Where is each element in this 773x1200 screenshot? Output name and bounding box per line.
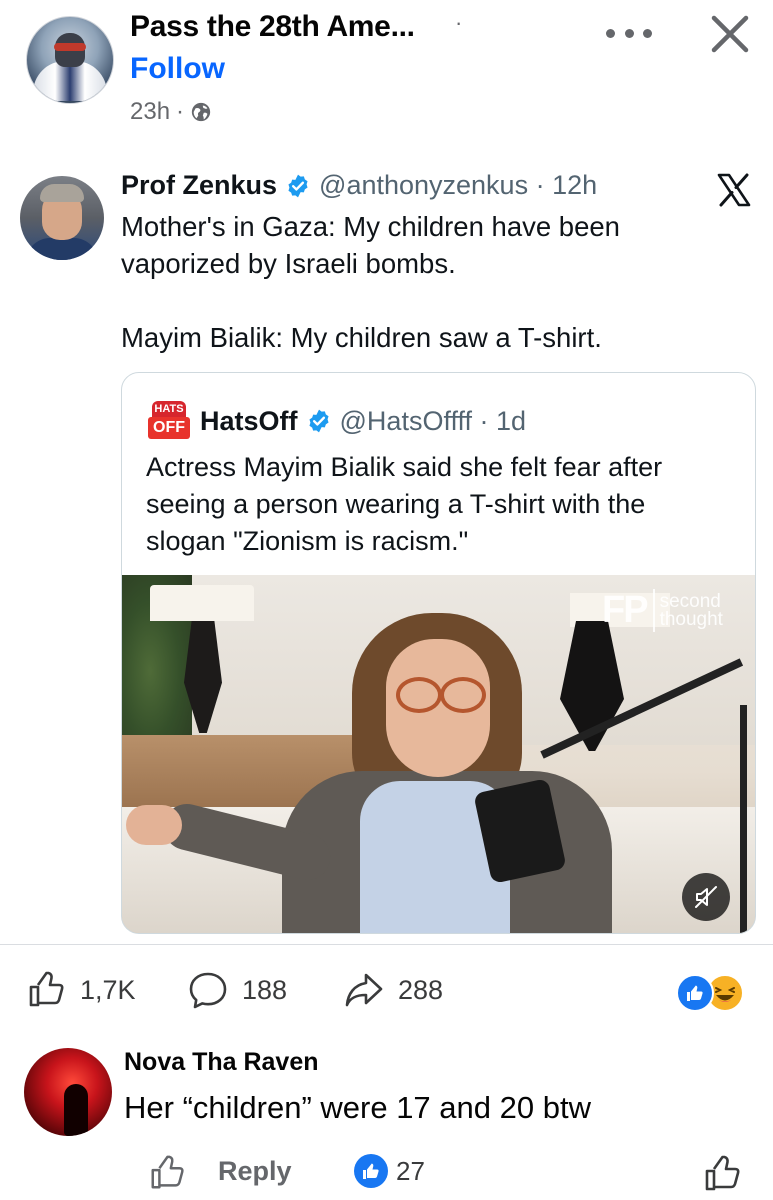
quote-author-row: HATS OFF HatsOff @HatsOffff · 1d — [148, 401, 526, 441]
commenter-name[interactable]: Nova Tha Raven — [124, 1048, 319, 1077]
comment-count-value: 188 — [242, 974, 288, 1005]
tweet-author-avatar[interactable] — [20, 176, 104, 260]
share-count-value: 288 — [398, 974, 444, 1005]
globe-icon — [191, 102, 211, 122]
x-logo-icon[interactable] — [716, 172, 752, 208]
tweet-handle-time: @anthonyzenkus · 12h — [319, 170, 598, 200]
comment-like-count-value: 27 — [396, 1155, 425, 1186]
like-count-value: 1,7K — [80, 974, 136, 1005]
close-icon[interactable] — [708, 12, 752, 56]
follow-button[interactable]: Follow — [130, 52, 225, 86]
video-watermark: FP second thought — [602, 589, 723, 632]
verified-badge-icon — [308, 409, 329, 433]
share-count[interactable]: 288 — [344, 970, 443, 1010]
post-meta: 23h · — [130, 98, 212, 126]
quote-line: slogan "Zionism is racism." — [146, 526, 469, 556]
tweet-text: Mother's in Gaza: My children have been … — [121, 208, 741, 356]
like-reaction-icon — [676, 974, 714, 1012]
like-count[interactable]: 1,7K — [26, 970, 136, 1010]
tweet-author-row: Prof Zenkus @anthonyzenkus · 12h — [121, 170, 597, 201]
page-name[interactable]: Pass the 28th Ame... — [130, 10, 415, 44]
thumbs-up-icon[interactable] — [702, 1154, 742, 1194]
reply-button[interactable]: Reply — [218, 1156, 292, 1187]
commenter-avatar[interactable] — [24, 1048, 112, 1136]
page-avatar[interactable] — [26, 16, 114, 104]
tweet-author-name[interactable]: Prof Zenkus — [121, 170, 277, 201]
share-icon — [345, 973, 383, 1007]
reactions-summary[interactable] — [676, 972, 748, 1012]
watermark-brand: FP — [602, 589, 655, 632]
meta-separator: · — [176, 98, 185, 125]
more-icon[interactable] — [606, 20, 652, 46]
like-icon — [29, 971, 64, 1007]
watermark-text: thought — [659, 608, 723, 630]
divider — [0, 944, 773, 945]
verified-badge-icon — [288, 174, 308, 197]
tweet-line: Mother's in Gaza: My children have been — [121, 211, 620, 242]
quote-line: seeing a person wearing a T-shirt with t… — [146, 489, 646, 519]
comment-count[interactable]: 188 — [188, 970, 287, 1010]
hatsoff-logo: HATS OFF — [148, 401, 190, 441]
quote-line: Actress Mayim Bialik said she felt fear … — [146, 452, 663, 482]
like-reaction-icon — [354, 1154, 388, 1188]
quote-text: Actress Mayim Bialik said she felt fear … — [146, 449, 736, 560]
muted-speaker-icon — [695, 886, 717, 908]
comment-like-icon[interactable] — [148, 1154, 186, 1192]
comment-like-count[interactable]: 27 — [354, 1154, 425, 1188]
title-separator: · — [455, 10, 463, 35]
video-player[interactable]: FP second thought — [122, 575, 755, 933]
comment-text: Her “children” were 17 and 20 btw — [124, 1090, 591, 1125]
comment-icon — [189, 972, 227, 1009]
quote-handle-time: @HatsOffff · 1d — [339, 405, 527, 436]
mute-button[interactable] — [682, 873, 730, 921]
quote-tweet-card[interactable]: HATS OFF HatsOff @HatsOffff · 1d Actress… — [121, 372, 756, 934]
tweet-line: Mayim Bialik: My children saw a T-shirt. — [121, 322, 602, 353]
post-time[interactable]: 23h — [130, 98, 170, 126]
quote-author-name[interactable]: HatsOff — [200, 406, 298, 437]
tweet-line: vaporized by Israeli bombs. — [121, 248, 456, 279]
